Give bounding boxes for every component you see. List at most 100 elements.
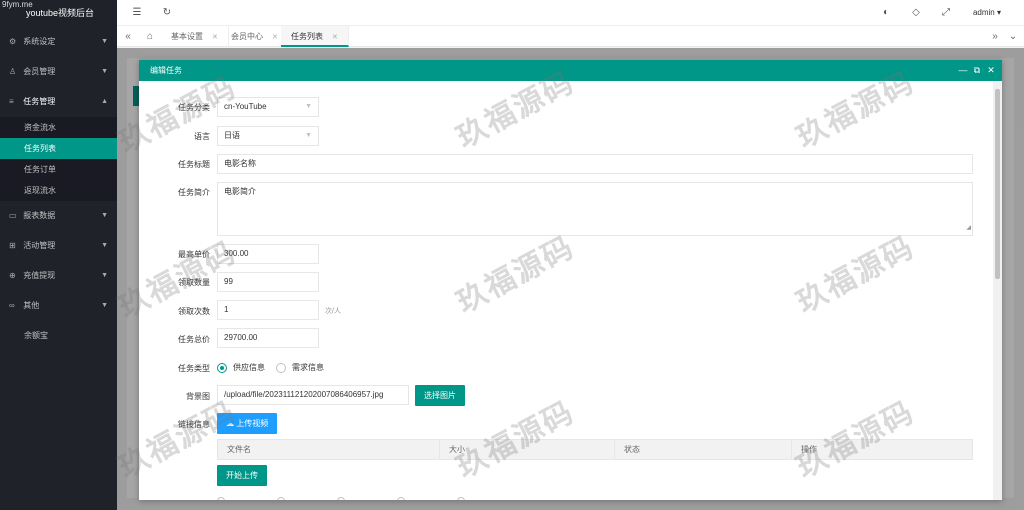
- total-price-input[interactable]: 29700.00: [217, 328, 319, 348]
- sidebar-item-label: 系统设定: [23, 37, 56, 46]
- link-icon: ∞: [9, 301, 15, 310]
- sidebar-item-other[interactable]: ∞ 其他 ▼: [0, 291, 117, 321]
- sidebar-item-member-management[interactable]: ♙ 会员管理 ▼: [0, 57, 117, 87]
- upload-video-label: 上传视频: [236, 419, 269, 428]
- sidebar-item-label: 余额宝: [24, 331, 48, 340]
- language-select[interactable]: 日语 ▼: [217, 126, 319, 146]
- upload-video-button[interactable]: ☁ 上传视频: [217, 413, 278, 434]
- claim-times-input[interactable]: 1: [217, 300, 319, 320]
- tab-member-center[interactable]: 会员中心 ✕: [221, 26, 289, 47]
- claim-quantity-input[interactable]: 99: [217, 272, 319, 292]
- claim-times-unit: 次/人: [325, 308, 341, 315]
- scrollbar-thumb[interactable]: [995, 89, 1000, 279]
- task-type-label: 任务类型: [178, 364, 210, 373]
- chevron-down-icon: ▼: [101, 212, 108, 219]
- close-icon[interactable]: ✕: [212, 34, 218, 41]
- sidebar-item-activity-management[interactable]: ⊞ 活动管理 ▼: [0, 231, 117, 261]
- claim-quantity-value: 99: [224, 277, 233, 286]
- sidebar-item-task-management[interactable]: ≡ 任务管理 ▲: [0, 87, 117, 117]
- tab-task-list[interactable]: 任务列表 ✕: [281, 26, 349, 47]
- sidebar-item-task-list[interactable]: 任务列表: [0, 138, 117, 159]
- resize-handle-icon[interactable]: ◢: [966, 222, 971, 234]
- language-label: 语言: [194, 132, 210, 141]
- task-title-value: 电影名称: [224, 159, 256, 168]
- chevron-down-icon: ▼: [101, 38, 108, 45]
- table-header-row: 文件名 大小 状态 操作: [217, 439, 973, 460]
- task-category-value: cn-YouTube: [224, 102, 267, 111]
- radio-dot: [457, 497, 465, 500]
- dialog-title: 编辑任务: [150, 66, 182, 75]
- max-unit-price-input[interactable]: 300.00: [217, 244, 319, 264]
- column-header-actions: 操作: [801, 445, 817, 454]
- background-image-input[interactable]: /upload/file/20231112120200708640695​7.j…: [217, 385, 409, 405]
- sidebar-item-label: 充值提现: [23, 271, 56, 280]
- claim-times-label: 领取次数: [178, 307, 210, 316]
- maximize-icon[interactable]: ⧉: [971, 60, 983, 81]
- gear-icon: ⚙: [9, 37, 17, 46]
- tab-scroll-right-icon[interactable]: »: [986, 26, 1004, 47]
- claim-times-value: 1: [224, 305, 229, 314]
- radio-dot: [277, 497, 285, 500]
- task-submenu: 资金流水 任务列表 任务订单 返现流水: [0, 117, 117, 201]
- sidebar-item-yuebao[interactable]: 余额宝: [0, 321, 117, 351]
- sidebar-item-report-data[interactable]: ▭ 报表数据 ▼: [0, 201, 117, 231]
- sidebar-item-system-settings[interactable]: ⚙ 系统设定 ▼: [0, 27, 117, 57]
- sidebar-item-fund-flow[interactable]: 资金流水: [0, 117, 117, 138]
- tab-bar: « ⌂ 基本设置 ✕ 会员中心 ✕ 任务列表 ✕ » ⌄: [117, 26, 1024, 47]
- activity-icon: ⊞: [9, 241, 16, 250]
- fullscreen-icon[interactable]: ⤢: [940, 7, 952, 19]
- task-category-label: 任务分类: [178, 103, 210, 112]
- task-category-select[interactable]: cn-YouTube ▼: [217, 97, 319, 117]
- admin-label: admin: [972, 8, 995, 17]
- chevron-down-icon: ▼: [305, 132, 312, 139]
- close-icon[interactable]: ✕: [272, 34, 278, 41]
- sidebar-item-label: 报表数据: [23, 211, 56, 220]
- task-title-input[interactable]: 电影名称: [217, 154, 973, 174]
- task-intro-textarea[interactable]: 电影简介 ◢: [217, 182, 973, 236]
- tab-basic-settings[interactable]: 基本设置 ✕: [161, 26, 229, 47]
- tab-scroll-left-icon[interactable]: «: [119, 26, 137, 47]
- claim-quantity-label: 领取数量: [178, 278, 210, 287]
- menu-toggle-icon[interactable]: ☰: [131, 7, 143, 19]
- chevron-down-icon: ▼: [101, 68, 108, 75]
- sidebar-item-cashback-flow[interactable]: 返现流水: [0, 180, 117, 201]
- sidebar-item-label: 任务管理: [23, 97, 56, 106]
- radio-demand-info[interactable]: 需求信息: [276, 362, 324, 373]
- home-icon[interactable]: ⌂: [141, 26, 159, 47]
- column-header-size: 大小: [440, 440, 615, 459]
- brand: 9fym.me youtube视频后台: [0, 0, 117, 26]
- refresh-icon[interactable]: ↻: [161, 7, 173, 19]
- admin-menu[interactable]: admin ▾: [973, 8, 1001, 17]
- start-upload-button[interactable]: 开始上传: [217, 465, 267, 486]
- chevron-down-icon: ▼: [101, 302, 108, 309]
- radio-dot: [397, 497, 405, 500]
- top-header: ☰ ↻ ◐ ◇ ⤢ admin ▾: [117, 0, 1024, 26]
- theme-icon[interactable]: ◐: [880, 7, 892, 19]
- sidebar-item-label: 会员管理: [23, 67, 56, 76]
- radio-dot: [337, 497, 345, 500]
- total-price-label: 任务总价: [178, 335, 210, 344]
- radio-dot: [217, 497, 225, 500]
- sidebar-item-label: 其他: [23, 301, 40, 310]
- sidebar-item-recharge-withdraw[interactable]: ⊕ 充值提现 ▼: [0, 261, 117, 291]
- close-icon[interactable]: ✕: [332, 34, 338, 41]
- radio-label: 供应信息: [233, 363, 265, 372]
- radio-supply-info[interactable]: 供应信息: [217, 362, 265, 373]
- cloud-upload-icon: ☁: [226, 419, 234, 428]
- task-title-label: 任务标题: [178, 160, 210, 169]
- tag-icon[interactable]: ◇: [910, 7, 922, 19]
- dialog-scrollbar[interactable]: [993, 81, 1002, 500]
- sidebar: 9fym.me youtube视频后台 ⚙ 系统设定 ▼ ♙ 会员管理 ▼ ≡ …: [0, 0, 117, 510]
- close-icon[interactable]: ✕: [985, 60, 997, 81]
- language-value: 日语: [224, 131, 240, 140]
- report-icon: ▭: [9, 211, 17, 220]
- tab-menu-icon[interactable]: ⌄: [1004, 26, 1022, 47]
- minimize-icon[interactable]: —: [957, 60, 969, 81]
- column-header-filename: 文件名: [218, 440, 440, 459]
- radio-dot: [276, 362, 286, 373]
- radio-dot: [217, 362, 227, 373]
- sidebar-item-task-orders[interactable]: 任务订单: [0, 159, 117, 180]
- total-price-value: 29700.00: [224, 333, 258, 342]
- select-image-button[interactable]: 选择图片: [415, 385, 465, 406]
- chevron-down-icon: ▼: [101, 242, 108, 249]
